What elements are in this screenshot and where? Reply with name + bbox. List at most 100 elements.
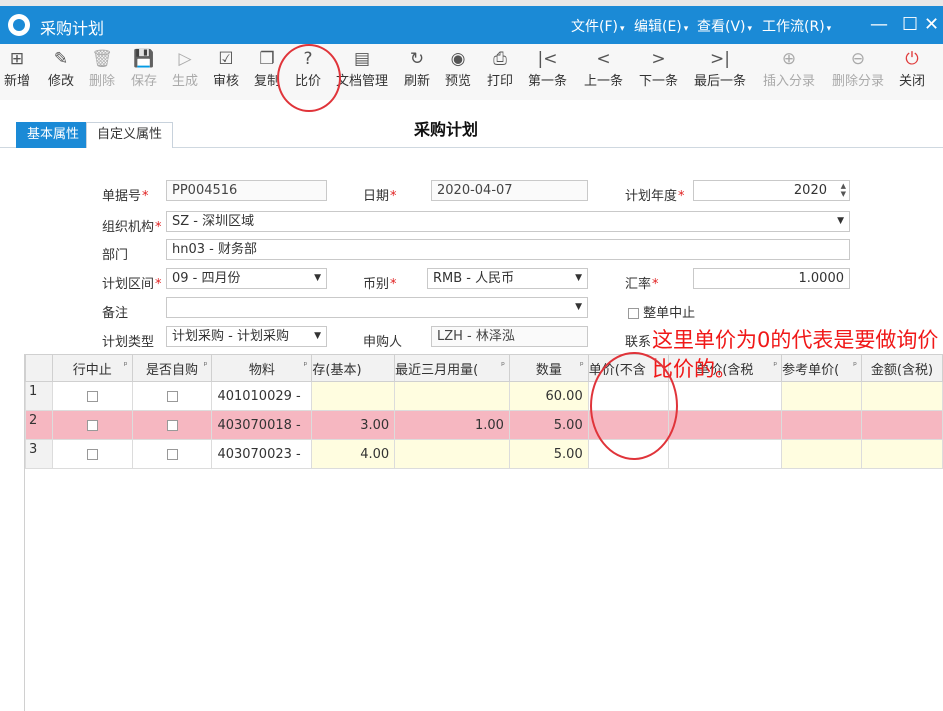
suspend-checkbox[interactable]: 整单中止 bbox=[628, 302, 695, 321]
toolbar-power-button[interactable]: ⏻ 关闭 bbox=[899, 48, 925, 89]
date-field[interactable]: 2020-04-07 bbox=[431, 180, 588, 201]
toolbar-add-button[interactable]: ⊞ 新增 bbox=[4, 48, 30, 89]
checkbox-icon[interactable] bbox=[166, 448, 178, 460]
self-purchase-cell[interactable] bbox=[131, 410, 213, 440]
toolbar-printer-button[interactable]: ⎙ 打印 bbox=[487, 48, 513, 89]
org-select[interactable]: SZ - 深圳区域 ▼ bbox=[166, 211, 850, 232]
qty-cell[interactable]: 60.00 bbox=[508, 381, 589, 411]
amount-cell[interactable] bbox=[861, 381, 943, 411]
menu-view[interactable]: 查看(V) ▾ bbox=[697, 16, 752, 36]
power-icon: ⏻ bbox=[905, 49, 919, 69]
material-cell[interactable]: 401010029 - bbox=[211, 381, 313, 411]
checkbox-icon[interactable] bbox=[86, 448, 98, 460]
checkbox-icon[interactable] bbox=[86, 419, 98, 431]
toolbar-prev-button[interactable]: < 上一条 bbox=[584, 48, 623, 89]
buyer-label: 申购人 bbox=[363, 335, 403, 350]
toolbar-copy-button[interactable]: ❐ 复制 bbox=[254, 48, 280, 89]
price-incl-cell[interactable] bbox=[667, 410, 783, 440]
stock-cell[interactable] bbox=[311, 381, 396, 411]
checkbox-icon[interactable] bbox=[628, 308, 639, 319]
plan-year-field[interactable]: 2020 ▲ ▼ bbox=[693, 180, 850, 201]
table-row[interactable]: 3 403070023 - 4.00 5.00 bbox=[25, 439, 943, 469]
minimize-icon[interactable]: — bbox=[870, 14, 888, 35]
stock-cell[interactable]: 4.00 bbox=[311, 439, 396, 469]
ref-price-cell[interactable] bbox=[781, 410, 863, 440]
ref-price-cell[interactable] bbox=[781, 439, 863, 469]
pin-icon[interactable]: ᵖ bbox=[204, 361, 208, 371]
menu-file[interactable]: 文件(F) ▾ bbox=[571, 16, 625, 36]
rate-field[interactable]: 1.0000 bbox=[693, 268, 850, 289]
pin-icon[interactable]: ᵖ bbox=[501, 361, 505, 371]
currency-select[interactable]: RMB - 人民币 ▼ bbox=[427, 268, 588, 289]
amount-cell[interactable] bbox=[861, 410, 943, 440]
toolbar-label: 文档管理 bbox=[336, 74, 389, 89]
pin-icon[interactable]: ᵖ bbox=[580, 361, 584, 371]
checkbox-icon[interactable] bbox=[166, 390, 178, 402]
material-cell[interactable]: 403070023 - bbox=[211, 439, 313, 469]
col-header[interactable]: 是否自购 ᵖ bbox=[131, 354, 213, 382]
qty-cell[interactable]: 5.00 bbox=[508, 410, 589, 440]
menu-edit[interactable]: 编辑(E) ▾ bbox=[634, 16, 688, 36]
usage-cell[interactable]: 1.00 bbox=[394, 410, 510, 440]
amount-cell[interactable] bbox=[861, 439, 943, 469]
toolbar-edit-button[interactable]: ✎ 修改 bbox=[48, 48, 74, 89]
col-header[interactable]: 最近三月用量(ᵖ bbox=[394, 354, 510, 382]
usage-cell[interactable] bbox=[394, 381, 510, 411]
stock-cell[interactable]: 3.00 bbox=[311, 410, 396, 440]
toolbar-audit-button[interactable]: ☑ 审核 bbox=[213, 48, 239, 89]
toolbar-play-button[interactable]: ▷ 生成 bbox=[172, 48, 198, 89]
row-suspend-cell[interactable] bbox=[51, 381, 133, 411]
close-window-icon[interactable]: ✕ bbox=[924, 14, 939, 35]
row-suspend-cell[interactable] bbox=[51, 410, 133, 440]
toolbar-save-button[interactable]: 💾 保存 bbox=[131, 48, 157, 89]
toolbar-label: 删除 bbox=[89, 74, 116, 89]
self-purchase-cell[interactable] bbox=[131, 381, 213, 411]
table-row[interactable]: 1 401010029 - 60.00 bbox=[25, 381, 943, 411]
tab-custom-properties[interactable]: 自定义属性 bbox=[86, 122, 174, 148]
usage-cell[interactable] bbox=[394, 439, 510, 469]
maximize-icon[interactable]: ☐ bbox=[902, 14, 918, 35]
row-index: 2 bbox=[25, 410, 53, 440]
period-select[interactable]: 09 - 四月份 ▼ bbox=[166, 268, 327, 289]
self-purchase-cell[interactable] bbox=[131, 439, 213, 469]
table-row[interactable]: 2 403070018 - 3.00 1.00 5.00 bbox=[25, 410, 943, 440]
pin-icon[interactable]: ᵖ bbox=[304, 361, 308, 371]
toolbar-minus-circle-button[interactable]: ⊖ 删除分录 bbox=[832, 48, 884, 89]
toolbar-label: 下一条 bbox=[639, 74, 679, 89]
toolbar-label: 删除分录 bbox=[832, 74, 885, 89]
trash-icon: 🗑 bbox=[91, 49, 113, 69]
toolbar-next-button[interactable]: > 下一条 bbox=[639, 48, 678, 89]
material-cell[interactable]: 403070018 - bbox=[211, 410, 313, 440]
toolbar-label: 关闭 bbox=[899, 74, 926, 89]
chevron-down-icon: ▼ bbox=[314, 273, 321, 283]
toolbar-plus-circle-button[interactable]: ⊕ 插入分录 bbox=[763, 48, 815, 89]
toolbar-last-button[interactable]: >| 最后一条 bbox=[694, 48, 746, 89]
toolbar-eye-button[interactable]: ◉ 预览 bbox=[445, 48, 471, 89]
qty-cell[interactable]: 5.00 bbox=[508, 439, 589, 469]
checkbox-icon[interactable] bbox=[86, 390, 98, 402]
pin-icon[interactable]: ᵖ bbox=[124, 361, 128, 371]
remark-select[interactable]: ▼ bbox=[166, 297, 588, 318]
col-header[interactable]: 行中止 ᵖ bbox=[51, 354, 133, 382]
checkbox-icon[interactable] bbox=[166, 419, 178, 431]
ref-price-cell[interactable] bbox=[781, 381, 863, 411]
toolbar-document-button[interactable]: ▤ 文档管理 bbox=[336, 48, 388, 89]
col-header[interactable]: 数量 ᵖ bbox=[508, 354, 589, 382]
plan-type-label: 计划类型 bbox=[102, 335, 155, 350]
price-incl-cell[interactable] bbox=[667, 439, 783, 469]
tab-basic-properties[interactable]: 基本属性 bbox=[16, 122, 91, 148]
plan-type-select[interactable]: 计划采购 - 计划采购 ▼ bbox=[166, 326, 327, 347]
price-incl-cell[interactable] bbox=[667, 381, 783, 411]
buyer-field[interactable]: LZH - 林泽泓 bbox=[431, 326, 588, 347]
spinner-icon[interactable]: ▲ ▼ bbox=[841, 182, 846, 198]
toolbar-first-button[interactable]: |< 第一条 bbox=[528, 48, 567, 89]
dept-field[interactable]: hn03 - 财务部 bbox=[166, 239, 850, 260]
row-suspend-cell[interactable] bbox=[51, 439, 133, 469]
toolbar-trash-button[interactable]: 🗑 删除 bbox=[89, 48, 115, 89]
col-header[interactable]: 物料 ᵖ bbox=[211, 354, 313, 382]
doc-no-field[interactable]: PP004516 bbox=[166, 180, 327, 201]
menu-workflow[interactable]: 工作流(R) ▾ bbox=[762, 16, 831, 36]
last-icon: >| bbox=[710, 49, 730, 69]
toolbar-refresh-button[interactable]: ↻ 刷新 bbox=[404, 48, 430, 89]
col-header[interactable]: 存(基本) bbox=[311, 354, 396, 382]
